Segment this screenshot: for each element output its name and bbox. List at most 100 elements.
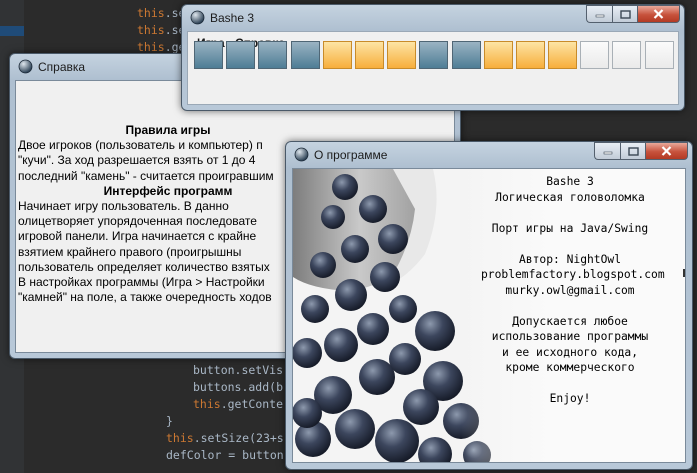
text-cursor-mark	[683, 269, 685, 277]
stone-2[interactable]	[226, 41, 256, 69]
help-heading: Интерфейс программ	[103, 183, 233, 198]
code-line: }	[166, 414, 173, 428]
stone-10[interactable]	[483, 41, 513, 69]
code-keyword: this	[137, 6, 165, 20]
help-line: взятием крайнего правого (проигрышны	[18, 244, 242, 259]
about-line: problemfactory.blogspot.com	[481, 268, 665, 281]
maximize-button[interactable]	[612, 5, 637, 23]
blueberry	[335, 279, 367, 311]
code-line: this.se	[137, 23, 185, 37]
blueberry	[324, 328, 358, 362]
blueberry	[341, 235, 369, 263]
about-line	[481, 298, 659, 314]
help-heading: Правила игры	[125, 123, 211, 137]
gutter-bookmark	[0, 26, 24, 36]
about-title: О программе	[314, 148, 388, 162]
blueberry	[389, 343, 421, 375]
stone-13[interactable]	[580, 41, 610, 69]
stone-14[interactable]	[612, 41, 642, 69]
about-line	[481, 236, 659, 252]
help-line: Двое игроков (пользователь и компьютер) …	[18, 138, 263, 153]
close-button[interactable]	[637, 5, 680, 23]
help-line: В настройках программы (Игра > Настройки	[18, 275, 265, 290]
code-line: this.se	[137, 6, 185, 20]
code-line: this.setSize(23+s	[166, 431, 284, 445]
about-line: Допускается любое	[512, 314, 628, 328]
code-text: defColor = button	[166, 448, 284, 462]
code-text: buttons.add(b	[193, 380, 284, 394]
minimize-icon	[603, 151, 612, 155]
minimize-icon	[595, 14, 604, 18]
blueberry	[293, 338, 322, 368]
help-line: пользователь определяет количество взяты…	[18, 259, 270, 274]
maximize-icon	[627, 146, 639, 156]
game-title: Bashe 3	[210, 11, 255, 25]
blueberry	[370, 262, 400, 292]
stone-12[interactable]	[548, 41, 578, 69]
code-keyword: this	[137, 40, 165, 54]
stone-6[interactable]	[354, 41, 384, 69]
about-line: кроме коммерческого	[505, 361, 635, 374]
stone-1[interactable]	[194, 41, 223, 69]
help-line: "камней" на поле, а также очередность хо…	[18, 290, 272, 305]
about-titlebar[interactable]: О программе	[286, 142, 692, 168]
stone-7[interactable]	[387, 41, 417, 69]
about-line: Логическая головоломка	[495, 190, 645, 204]
blueberry	[310, 252, 336, 278]
blueberry	[403, 389, 439, 425]
minimize-button[interactable]	[594, 142, 620, 160]
help-line: последний "камень" - считается проигравш…	[18, 168, 274, 183]
code-text: button.setVis	[193, 363, 284, 377]
blueberry	[335, 409, 375, 449]
code-keyword: this	[137, 23, 165, 37]
about-line: Автор: NightOwl	[518, 252, 622, 266]
maximize-button[interactable]	[620, 142, 645, 160]
stone-11[interactable]	[515, 41, 545, 69]
blueberry	[293, 398, 322, 428]
about-line	[481, 205, 659, 221]
code-text: }	[166, 414, 173, 428]
stone-9[interactable]	[451, 41, 481, 69]
code-line: defColor = button	[166, 448, 284, 462]
game-window-controls	[586, 5, 680, 23]
game-titlebar[interactable]: Bashe 3	[182, 5, 684, 31]
help-line: Начинает игру пользователь. В данно	[18, 199, 229, 214]
help-line: олицетворяет упорядоченная последовате	[18, 214, 257, 229]
bashe-app-icon	[18, 59, 33, 74]
blueberry	[357, 313, 389, 345]
help-line: "кучи". За ход разрешается взять от 1 до…	[18, 153, 256, 168]
close-button[interactable]	[645, 142, 688, 160]
code-line: this.ge	[137, 40, 185, 54]
help-line: игровой панели. Игра начинается с крайне	[18, 229, 257, 244]
bashe-app-icon	[190, 10, 205, 25]
stone-15[interactable]	[644, 41, 674, 69]
blueberry	[375, 419, 419, 462]
about-window: О программе Bashe 3 Логическая головолом…	[285, 141, 693, 470]
blueberry	[359, 359, 395, 395]
stone-4[interactable]	[290, 41, 320, 69]
blueberry	[359, 195, 387, 223]
close-icon	[661, 146, 672, 156]
game-window: Bashe 3 Игра Справка	[181, 4, 685, 111]
maximize-icon	[619, 9, 631, 19]
blueberry	[301, 295, 329, 323]
stone-8[interactable]	[419, 41, 449, 69]
blueberry	[332, 174, 358, 200]
code-line: button.setVis	[193, 363, 283, 377]
help-title: Справка	[38, 60, 86, 74]
about-line: использование программы	[491, 330, 649, 343]
about-line: murky.owl@gmail.com	[505, 283, 635, 297]
stone-3[interactable]	[258, 41, 288, 69]
bashe-app-icon	[294, 147, 309, 162]
about-line: Enjoy!	[549, 392, 591, 405]
stone-5[interactable]	[322, 41, 352, 69]
about-content: Bashe 3 Логическая головоломка Порт игры …	[292, 168, 686, 463]
code-keyword: this	[193, 397, 221, 411]
code-keyword: this	[166, 431, 194, 445]
minimize-button[interactable]	[586, 5, 612, 23]
about-line: Порт игры на Java/Swing	[491, 221, 649, 235]
close-icon	[653, 9, 664, 19]
code-line: this.getConte	[193, 397, 283, 411]
code-text: .getConte	[220, 397, 284, 411]
about-text: Bashe 3 Логическая головоломка Порт игры …	[481, 174, 665, 407]
